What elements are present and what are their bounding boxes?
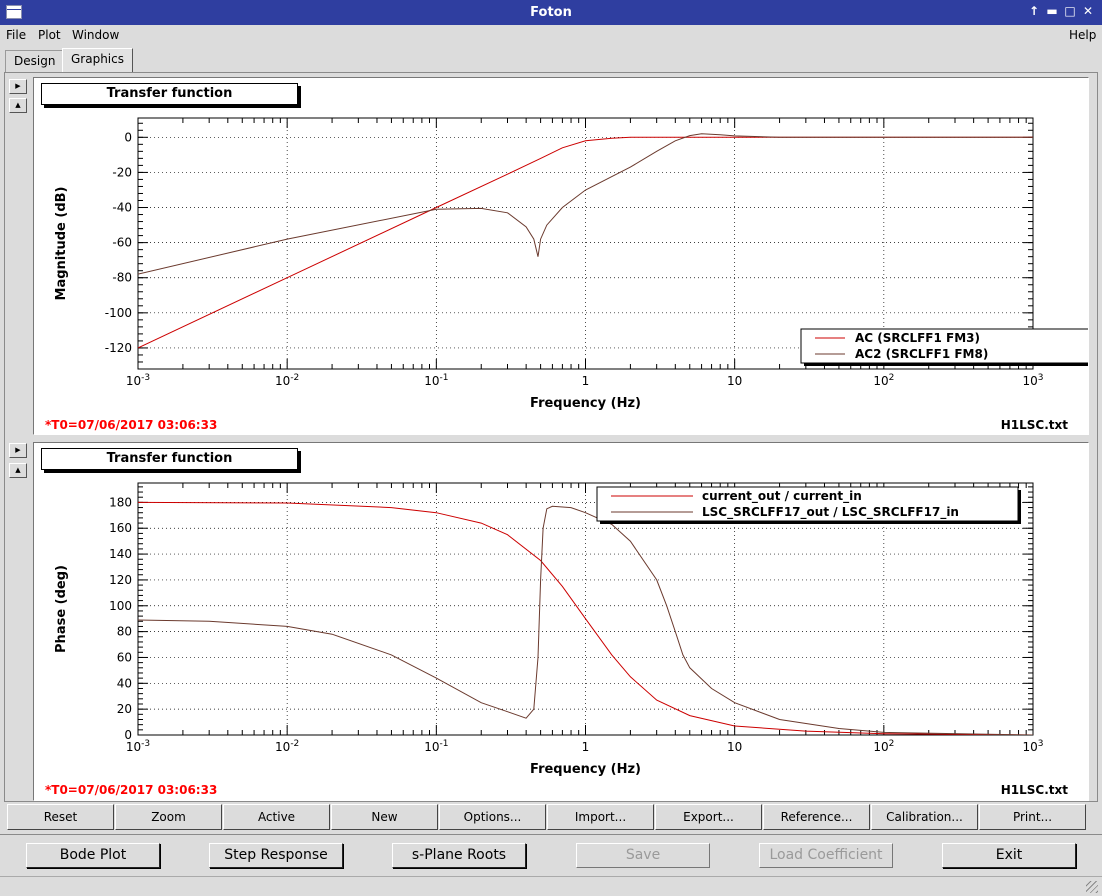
phase-chart[interactable]: *T0=07/06/2017 03:06:33 H1LSC.txt 10-3 10… xyxy=(34,443,1088,800)
y-tick-label: 80 xyxy=(117,625,132,639)
x-tick-exponent: -3 xyxy=(141,373,150,383)
x-tick-exponent: -1 xyxy=(439,373,448,383)
y-tick-label: 180 xyxy=(109,495,132,509)
s-plane-roots-button[interactable]: s-Plane Roots xyxy=(392,843,526,868)
x-tick-exponent: 3 xyxy=(1038,373,1044,383)
shade-icon[interactable]: ↑ xyxy=(1026,4,1042,18)
x-tick-label: 103 xyxy=(1022,739,1043,754)
y-axis-label: Magnitude (dB) xyxy=(54,187,69,301)
x-axis-label: Frequency (Hz) xyxy=(530,396,641,411)
x-tick-exponent: -3 xyxy=(141,739,150,749)
y-tick-label: 100 xyxy=(109,599,132,613)
calibration-button[interactable]: Calibration... xyxy=(871,804,978,830)
tab-bar: Design Graphics xyxy=(0,48,1102,72)
x-axis-label: Frequency (Hz) xyxy=(530,762,641,777)
series-line-2 xyxy=(138,505,1033,735)
new-button[interactable]: New xyxy=(331,804,438,830)
y-tick-label: -80 xyxy=(112,271,132,285)
x-tick-exponent: 2 xyxy=(889,373,895,383)
x-tick-label: 102 xyxy=(873,373,894,388)
export-button[interactable]: Export... xyxy=(655,804,762,830)
x-tick-label: 1 xyxy=(582,740,590,754)
menu-window[interactable]: Window xyxy=(72,28,119,42)
x-tick-label: 1 xyxy=(582,374,590,388)
step-response-button[interactable]: Step Response xyxy=(209,843,343,868)
legend-label-1: current_out / current_in xyxy=(702,489,862,504)
print-button[interactable]: Print... xyxy=(979,804,1086,830)
timestamp-label: *T0=07/06/2017 03:06:33 xyxy=(45,783,217,797)
y-tick-label: -40 xyxy=(112,201,132,215)
active-button[interactable]: Active xyxy=(223,804,330,830)
save-button[interactable]: Save xyxy=(576,843,710,868)
y-tick-label: 0 xyxy=(124,130,132,144)
magnitude-chart[interactable]: *T0=07/06/2017 03:06:33 H1LSC.txt 10-3 10… xyxy=(34,78,1088,434)
pad1-prev-icon[interactable]: ▲ xyxy=(9,98,27,113)
y-tick-label: 140 xyxy=(109,547,132,561)
y-tick-label: 120 xyxy=(109,573,132,587)
menu-help[interactable]: Help xyxy=(1069,28,1096,42)
menu-plot[interactable]: Plot xyxy=(38,28,61,42)
legend-label-2: LSC_SRCLFF17_out / LSC_SRCLFF17_in xyxy=(702,505,959,520)
load-coefficient-button[interactable]: Load Coefficient xyxy=(759,843,893,868)
window-title: Foton xyxy=(530,5,572,20)
title-bar: Foton ↑ ▬ □ ✕ xyxy=(0,0,1102,25)
exit-button[interactable]: Exit xyxy=(942,843,1076,868)
minimize-icon[interactable]: ▬ xyxy=(1044,4,1060,18)
zoom-button[interactable]: Zoom xyxy=(115,804,222,830)
reset-button[interactable]: Reset xyxy=(7,804,114,830)
maximize-icon[interactable]: □ xyxy=(1062,4,1078,18)
resize-grip-icon[interactable] xyxy=(1086,881,1098,893)
legend-label-1: AC (SRCLFF1 FM3) xyxy=(855,331,980,345)
legend-label-2: AC2 (SRCLFF1 FM8) xyxy=(855,347,988,361)
pad2-next-icon[interactable]: ▶ xyxy=(9,443,27,458)
x-tick-label: 10-1 xyxy=(424,373,448,388)
y-tick-label: 40 xyxy=(117,676,132,690)
bode-plot-button[interactable]: Bode Plot xyxy=(26,843,160,868)
tab-graphics[interactable]: Graphics xyxy=(62,48,133,72)
series-line-1 xyxy=(138,501,1033,735)
y-tick-label: 20 xyxy=(117,702,132,716)
x-tick-exponent: -2 xyxy=(290,373,299,383)
y-tick-label: -20 xyxy=(112,165,132,179)
tab-design[interactable]: Design xyxy=(5,50,65,72)
y-tick-label: -60 xyxy=(112,236,132,250)
plot-toolbar: Reset Zoom Active New Options... Import.… xyxy=(7,804,1087,830)
import-button[interactable]: Import... xyxy=(547,804,654,830)
magnitude-pad[interactable]: Transfer function *T0=07/06/2017 03:06:3… xyxy=(33,77,1089,435)
y-tick-label: -100 xyxy=(105,306,132,320)
menu-file[interactable]: File xyxy=(6,28,26,42)
x-tick-exponent: 3 xyxy=(1038,739,1044,749)
x-tick-label: 10 xyxy=(727,740,742,754)
close-icon[interactable]: ✕ xyxy=(1080,4,1096,18)
y-tick-label: 160 xyxy=(109,521,132,535)
x-tick-exponent: -1 xyxy=(439,739,448,749)
y-tick-label: -120 xyxy=(105,341,132,355)
x-tick-label: 103 xyxy=(1022,373,1043,388)
status-bar xyxy=(0,876,1102,896)
x-tick-exponent: -2 xyxy=(290,739,299,749)
x-tick-label: 10 xyxy=(727,374,742,388)
x-tick-label: 10-3 xyxy=(126,373,150,388)
options-button[interactable]: Options... xyxy=(439,804,546,830)
separator xyxy=(0,834,1102,835)
x-tick-label: 10-2 xyxy=(275,373,299,388)
y-tick-label: 60 xyxy=(117,650,132,664)
x-tick-label: 10-2 xyxy=(275,739,299,754)
phase-pad[interactable]: Transfer function *T0=07/06/2017 03:06:3… xyxy=(33,442,1089,801)
pad2-prev-icon[interactable]: ▲ xyxy=(9,463,27,478)
x-tick-label: 102 xyxy=(873,739,894,754)
pad1-next-icon[interactable]: ▶ xyxy=(9,79,27,94)
filename-label: H1LSC.txt xyxy=(1001,418,1069,432)
y-tick-label: 0 xyxy=(124,728,132,742)
menu-bar: File Plot Window Help xyxy=(0,25,1102,47)
filename-label: H1LSC.txt xyxy=(1001,783,1069,797)
reference-button[interactable]: Reference... xyxy=(763,804,870,830)
timestamp-label: *T0=07/06/2017 03:06:33 xyxy=(45,418,217,432)
y-axis-label: Phase (deg) xyxy=(54,565,69,653)
x-tick-exponent: 2 xyxy=(889,739,895,749)
x-tick-label: 10-1 xyxy=(424,739,448,754)
